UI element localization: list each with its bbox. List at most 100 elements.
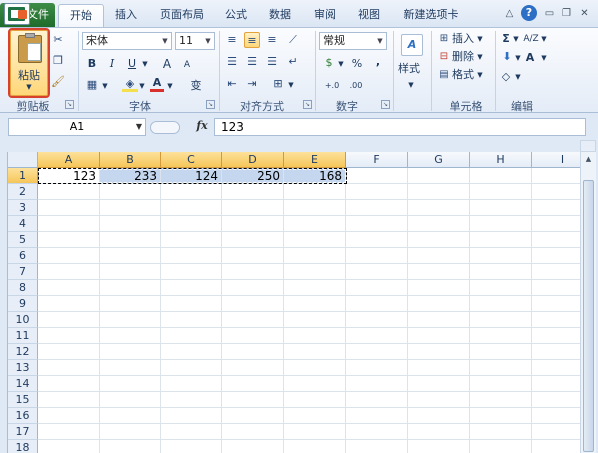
tab-formulas[interactable]: 公式 <box>218 4 254 27</box>
cell-b16[interactable] <box>100 408 161 424</box>
cell-a17[interactable] <box>38 424 100 440</box>
row-header-5[interactable]: 5 <box>8 232 38 248</box>
cell-g13[interactable] <box>408 360 470 376</box>
tab-view[interactable]: 视图 <box>351 4 387 27</box>
cell-i10[interactable] <box>532 312 580 328</box>
chevron-down-icon[interactable]: ▼ <box>166 77 174 95</box>
cell-a1[interactable]: 123 <box>38 168 100 184</box>
cell-f9[interactable] <box>346 296 408 312</box>
cell-c4[interactable] <box>161 216 222 232</box>
tab-insert[interactable]: 插入 <box>108 4 144 27</box>
cell-d1[interactable]: 250 <box>222 168 284 184</box>
number-launcher-icon[interactable]: ↘ <box>381 100 390 109</box>
cell-e14[interactable] <box>284 376 346 392</box>
row-header-9[interactable]: 9 <box>8 296 38 312</box>
cell-i9[interactable] <box>532 296 580 312</box>
cell-a2[interactable] <box>38 184 100 200</box>
name-box[interactable]: A1 ▼ <box>8 118 146 136</box>
cell-e12[interactable] <box>284 344 346 360</box>
row-header-17[interactable]: 17 <box>8 424 38 440</box>
grow-font-button[interactable]: A <box>160 55 174 73</box>
cell-d8[interactable] <box>222 280 284 296</box>
cell-h5[interactable] <box>470 232 532 248</box>
chevron-down-icon[interactable]: ▼ <box>514 68 522 86</box>
cell-c5[interactable] <box>161 232 222 248</box>
cell-a14[interactable] <box>38 376 100 392</box>
column-header-a[interactable]: A <box>38 152 100 168</box>
cell-a8[interactable] <box>38 280 100 296</box>
cell-g12[interactable] <box>408 344 470 360</box>
column-header-h[interactable]: H <box>470 152 532 168</box>
cell-e18[interactable] <box>284 440 346 453</box>
align-left-icon[interactable]: ☰ <box>224 54 240 70</box>
chevron-down-icon[interactable]: ▼ <box>405 76 417 94</box>
align-top-icon[interactable]: ≡ <box>224 32 240 48</box>
cell-c6[interactable] <box>161 248 222 264</box>
cell-c9[interactable] <box>161 296 222 312</box>
cell-f12[interactable] <box>346 344 408 360</box>
cell-h16[interactable] <box>470 408 532 424</box>
format-cells-button[interactable]: 格式 <box>452 67 474 83</box>
cell-b12[interactable] <box>100 344 161 360</box>
delete-cells-icon[interactable]: ⊟ <box>436 49 452 65</box>
minimize-window-icon[interactable]: ▭ <box>543 7 556 20</box>
cell-f5[interactable] <box>346 232 408 248</box>
cell-c13[interactable] <box>161 360 222 376</box>
cell-c18[interactable] <box>161 440 222 453</box>
cell-g5[interactable] <box>408 232 470 248</box>
cell-b5[interactable] <box>100 232 161 248</box>
cell-g16[interactable] <box>408 408 470 424</box>
cell-e13[interactable] <box>284 360 346 376</box>
percent-button[interactable]: % <box>350 55 364 73</box>
chevron-down-icon[interactable]: ▼ <box>514 49 522 67</box>
align-middle-icon[interactable]: ≡ <box>244 32 260 48</box>
cell-a11[interactable] <box>38 328 100 344</box>
cell-i16[interactable] <box>532 408 580 424</box>
cell-f4[interactable] <box>346 216 408 232</box>
row-header-10[interactable]: 10 <box>8 312 38 328</box>
cell-a16[interactable] <box>38 408 100 424</box>
cell-e8[interactable] <box>284 280 346 296</box>
chevron-down-icon[interactable]: ▼ <box>540 30 548 48</box>
help-icon[interactable]: ? <box>521 5 537 21</box>
cell-h14[interactable] <box>470 376 532 392</box>
cell-e15[interactable] <box>284 392 346 408</box>
row-header-1[interactable]: 1 <box>8 168 38 184</box>
cell-c1[interactable]: 124 <box>161 168 222 184</box>
cell-d4[interactable] <box>222 216 284 232</box>
cell-b8[interactable] <box>100 280 161 296</box>
column-header-b[interactable]: B <box>100 152 161 168</box>
worksheet-grid[interactable]: ABCDEFGHI 1 2 3 4 5 6 7 8 9 10 11 12 13 14 15 16 17 18 12… <box>7 152 580 453</box>
delete-cells-button[interactable]: 删除 <box>452 49 474 65</box>
tab-data[interactable]: 数据 <box>262 4 298 27</box>
scroll-up-icon[interactable]: ▲ <box>581 152 596 166</box>
cell-a18[interactable] <box>38 440 100 453</box>
cell-g14[interactable] <box>408 376 470 392</box>
bold-button[interactable]: B <box>84 55 100 73</box>
cell-i8[interactable] <box>532 280 580 296</box>
formula-input[interactable]: 123 <box>214 118 586 136</box>
cell-g9[interactable] <box>408 296 470 312</box>
cell-a12[interactable] <box>38 344 100 360</box>
cell-h3[interactable] <box>470 200 532 216</box>
cell-i12[interactable] <box>532 344 580 360</box>
cell-e10[interactable] <box>284 312 346 328</box>
borders-icon[interactable]: ▦ <box>84 77 100 93</box>
split-box[interactable] <box>580 140 596 152</box>
font-launcher-icon[interactable]: ↘ <box>206 100 215 109</box>
chevron-down-icon[interactable]: ▼ <box>136 119 142 135</box>
cell-c14[interactable] <box>161 376 222 392</box>
cell-f17[interactable] <box>346 424 408 440</box>
copy-icon[interactable]: ❐ <box>50 53 66 69</box>
cell-h7[interactable] <box>470 264 532 280</box>
tab-page-layout[interactable]: 页面布局 <box>153 4 211 27</box>
cell-a4[interactable] <box>38 216 100 232</box>
cell-e7[interactable] <box>284 264 346 280</box>
cell-a5[interactable] <box>38 232 100 248</box>
cell-a10[interactable] <box>38 312 100 328</box>
chevron-down-icon[interactable]: ▼ <box>11 83 47 91</box>
cell-a7[interactable] <box>38 264 100 280</box>
cell-b11[interactable] <box>100 328 161 344</box>
cell-e17[interactable] <box>284 424 346 440</box>
row-header-12[interactable]: 12 <box>8 344 38 360</box>
